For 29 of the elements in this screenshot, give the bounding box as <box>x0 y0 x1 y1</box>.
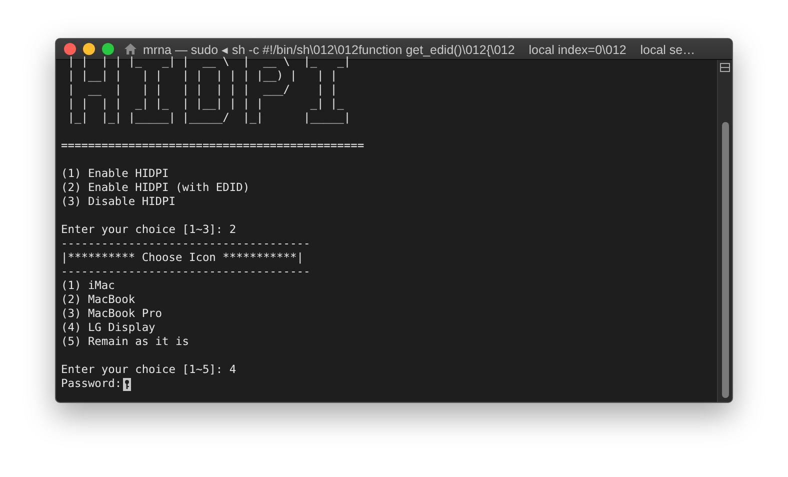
terminal-line: Enter your choice [1~3]: 2 <box>61 223 236 237</box>
terminal-line: ------------------------------------- <box>61 265 310 279</box>
key-cursor-icon <box>122 378 131 390</box>
terminal-line: |********** Choose Icon ***********| <box>61 251 304 265</box>
terminal-line: (1) iMac <box>61 279 115 293</box>
terminal-line: (1) Enable HIDPI <box>61 167 169 181</box>
scroll-bar[interactable] <box>717 60 732 402</box>
terminal-line: (5) Remain as it is <box>61 335 189 349</box>
minimize-button[interactable] <box>83 43 95 55</box>
terminal-line: | | | | |_ _| | __ \ | __ \ |_ _| <box>66 55 351 69</box>
terminal-line: (3) Disable HIDPI <box>61 195 176 209</box>
terminal-line: (2) Enable HIDPI (with EDID) <box>61 181 250 195</box>
terminal-line: |_| |_| |_____| |_____/ |_| |_____| <box>66 111 351 125</box>
scroll-thumb[interactable] <box>722 122 728 398</box>
terminal-line: | |__| | | | | | | | | |__) | | | <box>66 69 338 83</box>
terminal-line: ============================================= <box>61 139 364 153</box>
terminal-line: ------------------------------------- <box>61 237 310 251</box>
window-title: mrna — sudo ◂ sh -c #!/bin/sh\012\012function get_edid()\012{\012 local index=0\012 local se… <box>143 42 696 56</box>
terminal-line: | | | | _| |_ | |__| | | | _| |_ <box>66 97 344 111</box>
home-icon <box>124 43 137 55</box>
terminal-line: Password: <box>61 377 122 391</box>
split-pane-icon[interactable] <box>720 63 730 72</box>
close-button[interactable] <box>64 43 76 55</box>
terminal-line: (4) LG Display <box>61 321 156 335</box>
terminal-line: Enter your choice [1~5]: 4 <box>61 363 236 377</box>
terminal-line: | __ | | | | | | | | ___/ | | <box>66 83 338 97</box>
terminal-line: (2) MacBook <box>61 293 136 307</box>
zoom-button[interactable] <box>102 43 114 55</box>
terminal-line: (3) MacBook Pro <box>61 307 162 321</box>
